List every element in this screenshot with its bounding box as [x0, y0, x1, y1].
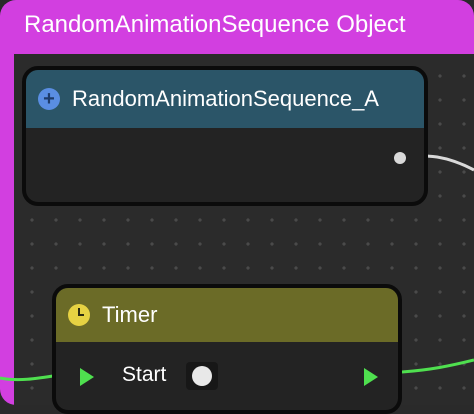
start-value-input[interactable] — [186, 362, 218, 390]
node-title: Timer — [102, 302, 158, 327]
exec-output-pin[interactable] — [364, 368, 378, 386]
timer-node[interactable]: Timer Start — [52, 284, 402, 414]
value-pin[interactable] — [192, 366, 212, 386]
plus-circle-icon: + — [38, 88, 60, 110]
node-title: RandomAnimationSequence_A — [72, 86, 379, 111]
node-header[interactable]: + RandomAnimationSequence_A — [26, 70, 424, 128]
output-pin[interactable] — [394, 152, 406, 164]
group-title: RandomAnimationSequence Object — [24, 11, 406, 38]
exec-input-pin[interactable] — [80, 368, 94, 386]
node-header[interactable]: Timer — [56, 288, 398, 342]
clock-icon — [68, 304, 90, 326]
start-pin-label: Start — [122, 363, 167, 386]
random-animation-sequence-node[interactable]: + RandomAnimationSequence_A — [22, 66, 428, 206]
